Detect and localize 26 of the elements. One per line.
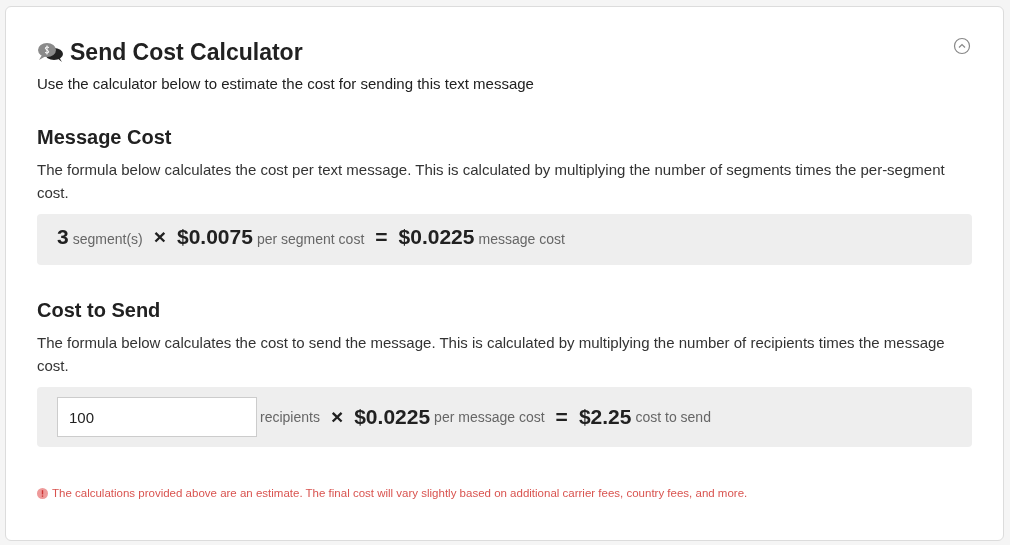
cost-value: 3 — [57, 225, 69, 249]
recipients-field[interactable]: 100 — [57, 397, 257, 437]
warning-icon — [37, 487, 48, 499]
cost-value: $0.0225 — [354, 405, 431, 429]
cost-value: $0.0225 — [398, 225, 475, 249]
operator-sign: = — [375, 225, 388, 249]
estimate-note: The calculations provided above are an estimate. The final cost will vary slightly based on additional carrier fees, country fees, and more. — [52, 487, 748, 499]
unit-label: per segment cost — [256, 231, 365, 247]
unit-label: cost to send — [635, 409, 711, 425]
section-description: The formula below calculates the cost to send the message. This is calculated by multiplying the number of recipients times the message cost. — [37, 333, 946, 376]
operator-sign: × — [153, 225, 166, 249]
section-description: The formula below calculates the cost per text message. This is calculated by multiplying the number of segments times the per-segment cost. — [37, 160, 946, 203]
unit-label: per message cost — [434, 409, 545, 425]
collapse-icon[interactable] — [953, 37, 971, 55]
unit-label: message cost — [478, 231, 565, 247]
money-chat-icon — [37, 42, 64, 62]
section-heading: Cost to Send — [37, 299, 162, 322]
operator-sign: = — [555, 405, 568, 429]
calculator-title: Send Cost Calculator — [70, 38, 303, 66]
subtitle: Use the calculator below to estimate the cost for sending this text message — [37, 75, 535, 92]
unit-label: segment(s) — [72, 231, 143, 247]
section-heading: Message Cost — [37, 126, 173, 149]
cost-value: $0.0075 — [177, 225, 253, 249]
operator-sign: × — [330, 405, 344, 429]
cost-value: $2.25 — [578, 405, 632, 429]
unit-label: recipients — [260, 409, 320, 425]
